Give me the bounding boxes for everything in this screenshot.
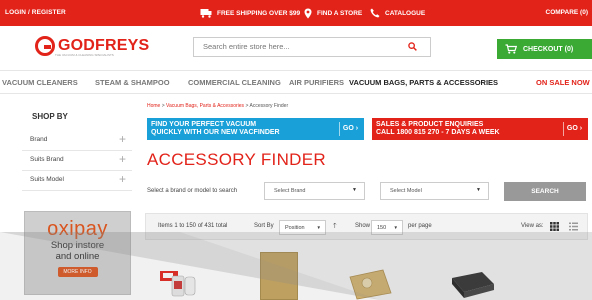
- nav-item-vacuum-cleaners[interactable]: VACUUM CLEANERS: [2, 78, 78, 87]
- facet-suits-model[interactable]: Suits Model +: [22, 171, 132, 191]
- catalogue-link[interactable]: CATALOGUE: [370, 5, 425, 21]
- cart-icon: [505, 44, 517, 54]
- view-as-label: View as:: [521, 223, 544, 229]
- banner-line2: CALL 1800 815 270 - 7 DAYS A WEEK: [376, 129, 500, 136]
- page-title: ACCESSORY FINDER: [147, 150, 326, 169]
- nav-item-on-sale[interactable]: ON SALE NOW: [536, 78, 590, 87]
- godfreys-g-icon: [35, 36, 55, 56]
- truck-icon: [200, 9, 212, 18]
- items-count: Items 1 to 150 of 431 total: [158, 223, 228, 229]
- facet-brand[interactable]: Brand +: [22, 131, 132, 151]
- banner-line1: FIND YOUR PERFECT VACUUM: [151, 121, 257, 128]
- search-icon[interactable]: [408, 42, 417, 51]
- caret-down-icon: ▼: [476, 187, 481, 193]
- enquiries-banner[interactable]: SALES & PRODUCT ENQUIRIES CALL 1800 815 …: [372, 118, 588, 140]
- oxipay-ad[interactable]: oxipay Shop instore and online MORE INFO: [24, 211, 131, 295]
- find-store-link[interactable]: FIND A STORE: [304, 5, 362, 21]
- oxipay-line1: Shop instore: [50, 240, 105, 251]
- breadcrumb-current: Accessory Finder: [249, 103, 289, 109]
- phone-icon: [370, 8, 380, 18]
- go-label: GO: [566, 125, 578, 132]
- free-shipping-label: FREE SHIPPING OVER $99: [217, 9, 301, 17]
- caret-down-icon: ▼: [316, 224, 321, 230]
- select-model-value: Select Model: [390, 188, 422, 194]
- shop-by-heading: SHOP BY: [32, 112, 68, 121]
- sort-direction-icon[interactable]: 🡑: [333, 222, 337, 233]
- catalogue-label: CATALOGUE: [385, 9, 426, 17]
- finder-search-button[interactable]: SEARCH: [504, 182, 586, 201]
- oxipay-more-info-button[interactable]: MORE INFO: [57, 267, 98, 277]
- filter-label: Select a brand or model to search: [147, 188, 238, 194]
- banner-go-button[interactable]: GO ›: [563, 122, 585, 136]
- nav-item-vacuum-bags[interactable]: VACUUM BAGS, PARTS & ACCESSORIES: [349, 78, 498, 87]
- free-shipping-link[interactable]: FREE SHIPPING OVER $99: [200, 5, 300, 21]
- select-brand-value: Select Brand: [274, 188, 306, 194]
- vacfinder-banner[interactable]: FIND YOUR PERFECT VACUUM QUICKLY WITH OU…: [147, 118, 364, 140]
- caret-down-icon: ▼: [393, 224, 398, 230]
- compare-link[interactable]: COMPARE (0): [546, 9, 589, 16]
- top-utility-bar: LOGIN / REGISTER FREE SHIPPING OVER $99 …: [0, 0, 592, 26]
- find-store-label: FIND A STORE: [317, 9, 363, 17]
- facet-label: Brand: [30, 136, 48, 143]
- per-page-value: 150: [377, 224, 387, 231]
- nav-item-air-purifiers[interactable]: AIR PURIFIERS: [289, 78, 344, 87]
- breadcrumb: Home > Vacuum Bags, Parts & Accessories …: [147, 103, 288, 109]
- select-model-dropdown[interactable]: Select Model ▼: [380, 182, 489, 200]
- chevron-right-icon: ›: [579, 125, 583, 132]
- login-register-link[interactable]: LOGIN / REGISTER: [5, 9, 66, 16]
- grid-view-icon[interactable]: [550, 222, 559, 231]
- product-toolbar: Items 1 to 150 of 431 total Sort By Posi…: [145, 213, 588, 240]
- per-page-select[interactable]: 150 ▼: [371, 220, 403, 235]
- breadcrumb-home[interactable]: Home: [147, 103, 160, 109]
- plus-icon[interactable]: +: [119, 152, 126, 166]
- sort-by-label: Sort By: [254, 223, 274, 229]
- facet-label: Suits Brand: [30, 156, 64, 163]
- list-view-icon[interactable]: [569, 222, 578, 231]
- nav-item-commercial-cleaning[interactable]: COMMERCIAL CLEANING: [188, 78, 281, 87]
- oxipay-logo: oxipay: [47, 218, 108, 240]
- caret-down-icon: ▼: [352, 187, 357, 193]
- plus-icon[interactable]: +: [119, 132, 126, 146]
- oxipay-line2: and online: [55, 251, 100, 262]
- breadcrumb-sep: >: [161, 103, 165, 109]
- product-image-kit[interactable]: [158, 263, 202, 300]
- breadcrumb-category[interactable]: Vacuum Bags, Parts & Accessories: [166, 103, 244, 109]
- sort-by-value: Position: [285, 224, 305, 231]
- checkout-button[interactable]: CHECKOUT (0): [497, 39, 592, 59]
- logo-wordmark: GODFREYS: [58, 37, 150, 54]
- product-image-dust-bag[interactable]: [345, 265, 395, 300]
- checkout-label: CHECKOUT (0): [523, 45, 574, 53]
- facet-label: Suits Model: [30, 176, 64, 183]
- per-page-label: per page: [408, 223, 432, 229]
- product-image-filter[interactable]: [448, 268, 498, 300]
- search-input[interactable]: Search entire store here...: [193, 37, 431, 57]
- select-brand-dropdown[interactable]: Select Brand ▼: [264, 182, 365, 200]
- banner-line2: QUICKLY WITH OUR NEW VACFINDER: [151, 129, 280, 136]
- plus-icon[interactable]: +: [119, 172, 126, 186]
- go-label: GO: [342, 125, 354, 132]
- nav-item-steam-shampoo[interactable]: STEAM & SHAMPOO: [95, 78, 170, 87]
- chevron-right-icon: ›: [355, 125, 359, 132]
- search-placeholder: Search entire store here...: [203, 42, 290, 51]
- godfreys-logo[interactable]: GODFREYS THE VACUUM & CLEANING SPECIALIS…: [35, 36, 150, 57]
- sort-by-select[interactable]: Position ▼: [279, 220, 326, 235]
- product-image-paper-bag[interactable]: [260, 252, 298, 300]
- show-label: Show: [355, 223, 371, 229]
- facet-suits-brand[interactable]: Suits Brand +: [22, 151, 132, 171]
- map-pin-icon: [304, 8, 312, 18]
- breadcrumb-sep: >: [245, 103, 249, 109]
- logo-tagline: THE VACUUM & CLEANING SPECIALISTS: [55, 53, 114, 57]
- main-nav: VACUUM CLEANERS STEAM & SHAMPOO COMMERCI…: [0, 70, 592, 94]
- banner-line1: SALES & PRODUCT ENQUIRIES: [376, 121, 484, 128]
- banner-go-button[interactable]: GO ›: [339, 122, 361, 136]
